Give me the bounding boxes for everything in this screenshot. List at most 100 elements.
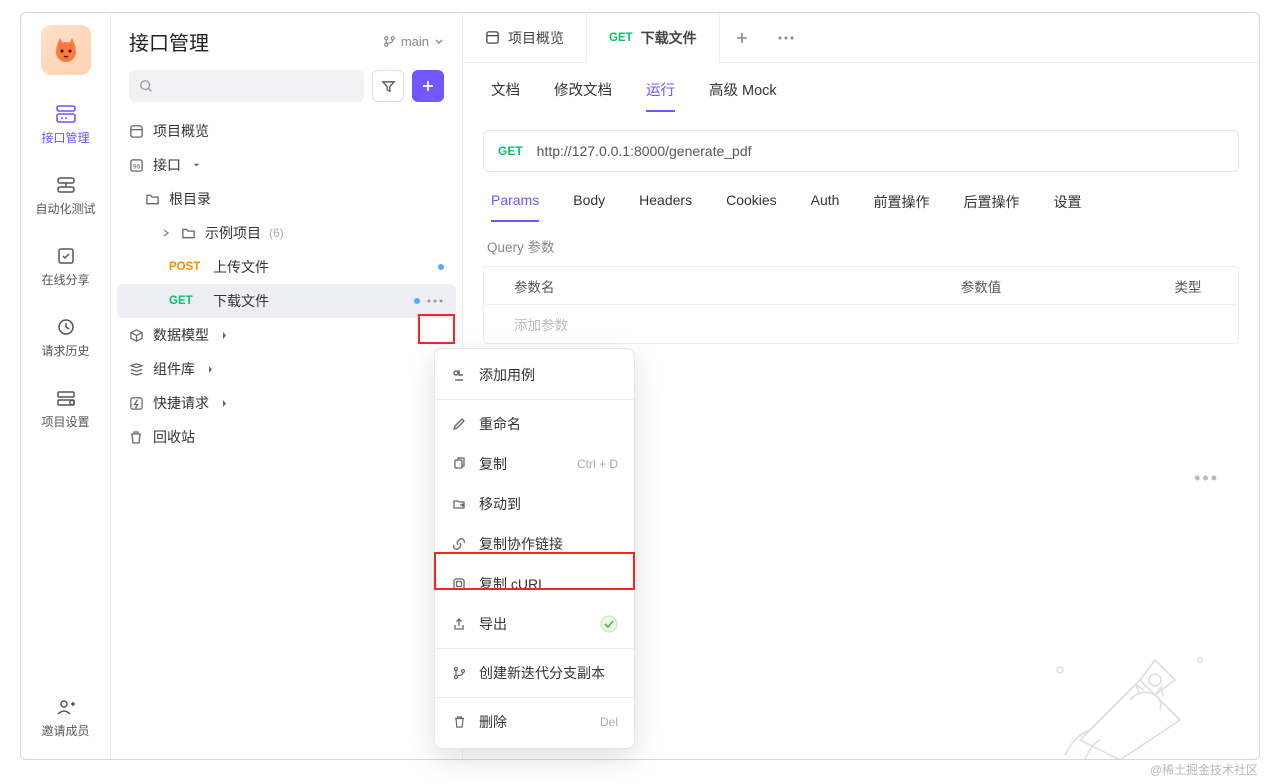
tab-label: 下载文件 [641, 28, 697, 48]
reqtab-params[interactable]: Params [491, 192, 539, 222]
tab-more-button[interactable] [764, 13, 808, 62]
reqtab-cookies[interactable]: Cookies [726, 192, 777, 222]
left-nav: 接口管理 自动化测试 在线分享 请求历史 项目设置 邀请成员 [21, 13, 111, 759]
nav-label: 邀请成员 [41, 722, 89, 739]
tab-label: 项目概览 [508, 28, 564, 48]
status-dot [438, 264, 444, 270]
reqtab-settings[interactable]: 设置 [1053, 192, 1081, 222]
tree-label: 示例项目 [205, 223, 261, 243]
ctx-label: 重命名 [479, 414, 521, 434]
reqtab-body[interactable]: Body [573, 192, 605, 222]
branch-selector[interactable]: main [383, 34, 444, 49]
app-logo [41, 25, 91, 75]
reqtab-post[interactable]: 后置操作 [963, 192, 1019, 222]
export-badge-icon [600, 615, 618, 633]
divider [435, 399, 634, 400]
subtab-doc[interactable]: 文档 [491, 79, 520, 112]
tree-label: 上传文件 [213, 257, 269, 277]
ctx-copy[interactable]: 复制 Ctrl + D [435, 444, 634, 484]
ctx-rename[interactable]: 重命名 [435, 404, 634, 444]
ctx-add-case[interactable]: 添加用例 [435, 355, 634, 395]
link-icon [451, 537, 467, 551]
panel-more-button[interactable]: ••• [1194, 468, 1219, 489]
tree-quick-request[interactable]: 快捷请求 [117, 386, 456, 420]
tree-sample-project[interactable]: 示例项目 (6) [117, 216, 456, 250]
svg-text:96: 96 [132, 163, 140, 170]
overview-icon [485, 30, 500, 45]
nav-settings[interactable]: 项目设置 [31, 377, 101, 440]
nav-history[interactable]: 请求历史 [31, 306, 101, 369]
decorative-illustration [1020, 630, 1220, 760]
share-icon [55, 245, 77, 267]
nav-automation[interactable]: 自动化测试 [31, 164, 101, 227]
ctx-copy-link[interactable]: 复制协作链接 [435, 524, 634, 564]
folder-icon [143, 192, 161, 206]
tab-overview[interactable]: 项目概览 [463, 13, 586, 62]
tree-label: 数据模型 [153, 325, 209, 345]
tree-root-dir[interactable]: 根目录 [117, 182, 456, 216]
shortcut: Del [600, 715, 618, 729]
ctx-label: 复制 [479, 454, 507, 474]
reqtab-auth[interactable]: Auth [811, 192, 840, 222]
sidebar-tree: 项目概览 96 接口 根目录 示例项目 (6) POST 上传文件 [111, 112, 462, 456]
nav-label: 接口管理 [41, 129, 89, 146]
reqtab-headers[interactable]: Headers [639, 192, 692, 222]
ctx-label: 复制 cURL [479, 574, 546, 594]
tab-download-file[interactable]: GET 下载文件 [586, 13, 720, 62]
ctx-move[interactable]: 移动到 [435, 484, 634, 524]
tree-label: 项目概览 [153, 121, 209, 141]
tree-trash[interactable]: 回收站 [117, 420, 456, 454]
ctx-copy-curl[interactable]: 复制 cURL [435, 564, 634, 604]
copy-icon [451, 457, 467, 471]
method-badge: GET [609, 32, 633, 44]
settings-icon [55, 387, 77, 409]
context-menu: 添加用例 重命名 复制 Ctrl + D 移动到 复制协作链接 复制 cURL 导… [434, 348, 635, 749]
tree-overview[interactable]: 项目概览 [117, 114, 456, 148]
subtab-mock[interactable]: 高级 Mock [709, 79, 777, 112]
ctx-export[interactable]: 导出 [435, 604, 634, 644]
subtab-edit-doc[interactable]: 修改文档 [554, 79, 612, 112]
divider [435, 697, 634, 698]
ctx-label: 复制协作链接 [479, 534, 563, 554]
tree-api-download[interactable]: GET 下载文件 [117, 284, 456, 318]
reqtab-pre[interactable]: 前置操作 [873, 192, 929, 222]
nav-invite[interactable]: 邀请成员 [31, 686, 101, 749]
ctx-branch-copy[interactable]: 创建新迭代分支副本 [435, 653, 634, 693]
chevron-down-icon [434, 37, 444, 47]
request-tabs: Params Body Headers Cookies Auth 前置操作 后置… [463, 172, 1259, 222]
move-icon [451, 497, 467, 511]
curl-icon [451, 577, 467, 591]
trash-icon [127, 430, 145, 445]
plus-icon [421, 79, 435, 93]
tree-components[interactable]: 组件库 [117, 352, 456, 386]
add-param-row[interactable]: 添加参数 [484, 305, 1238, 343]
filter-button[interactable] [372, 70, 404, 102]
branch-icon [383, 35, 396, 48]
nav-api-management[interactable]: 接口管理 [31, 93, 101, 156]
sub-tabs: 文档 修改文档 运行 高级 Mock [463, 63, 1259, 112]
tree-label: 接口 [153, 155, 181, 175]
ctx-label: 移动到 [479, 494, 521, 514]
components-icon [127, 362, 145, 377]
col-value: 参数值 [824, 276, 1138, 296]
api-icon [55, 103, 77, 125]
more-actions-button[interactable] [420, 289, 450, 313]
subtab-run[interactable]: 运行 [646, 79, 675, 112]
tree-label: 快捷请求 [153, 393, 209, 413]
tree-apis-root[interactable]: 96 接口 [117, 148, 456, 182]
tree-label: 根目录 [169, 189, 211, 209]
method-badge: POST [169, 261, 205, 273]
tree-api-upload[interactable]: POST 上传文件 [117, 250, 456, 284]
shortcut: Ctrl + D [577, 457, 618, 471]
add-button[interactable] [412, 70, 444, 102]
ctx-label: 删除 [479, 712, 507, 732]
ctx-delete[interactable]: 删除 Del [435, 702, 634, 742]
watermark: @稀土掘金技术社区 [1150, 761, 1258, 778]
new-tab-button[interactable] [720, 13, 764, 62]
branch-name: main [401, 34, 429, 49]
request-url-bar[interactable]: GET http://127.0.0.1:8000/generate_pdf [483, 130, 1239, 172]
pencil-icon [451, 417, 467, 431]
search-input[interactable] [129, 70, 364, 102]
nav-share[interactable]: 在线分享 [31, 235, 101, 298]
tree-models[interactable]: 数据模型 [117, 318, 456, 352]
